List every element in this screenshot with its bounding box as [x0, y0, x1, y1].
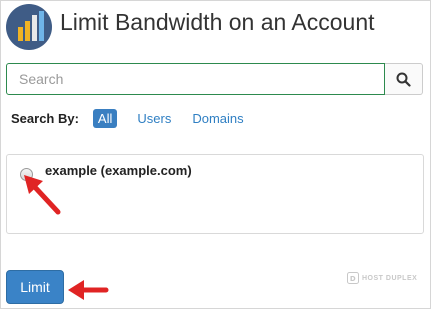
annotation-arrow-limit — [68, 280, 109, 300]
limit-button[interactable]: Limit — [6, 270, 64, 304]
page-title: Limit Bandwidth on an Account — [60, 9, 375, 35]
annotation-arrow-radio — [24, 175, 61, 215]
watermark-text: HOST DUPLEX — [362, 274, 418, 282]
search-icon — [396, 72, 411, 87]
filter-all-button[interactable]: All — [92, 108, 118, 128]
search-button[interactable] — [385, 63, 423, 95]
filter-users-link[interactable]: Users — [137, 111, 171, 126]
svg-text:D: D — [350, 275, 356, 283]
account-label: example (example.com) — [45, 163, 192, 178]
search-by-label: Search By: — [11, 110, 79, 126]
account-list: example (example.com) — [6, 154, 424, 234]
search-by-filters: Search By: All Users Domains — [11, 108, 265, 128]
watermark: D HOST DUPLEX — [347, 272, 417, 284]
search-bar — [6, 63, 423, 95]
host-duplex-logo-icon: D — [347, 272, 359, 284]
search-input[interactable] — [6, 63, 386, 95]
bandwidth-bars-icon — [6, 4, 52, 50]
filter-domains-link[interactable]: Domains — [192, 111, 243, 126]
